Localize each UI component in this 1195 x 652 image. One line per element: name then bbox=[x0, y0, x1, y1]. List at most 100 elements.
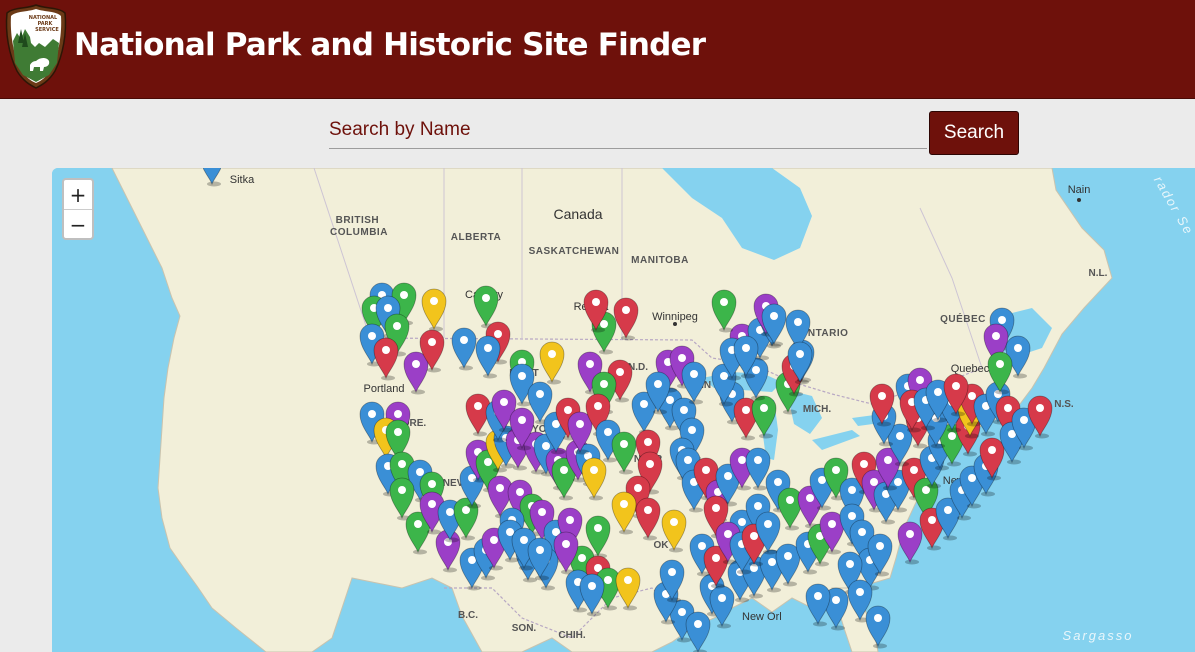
marker-dot bbox=[916, 376, 924, 384]
marker-shadow bbox=[727, 375, 741, 381]
marker-dot bbox=[720, 298, 728, 306]
marker-dot bbox=[796, 350, 804, 358]
marker-shadow bbox=[717, 623, 731, 629]
marker-dot bbox=[484, 344, 492, 352]
marker-shadow bbox=[615, 397, 629, 403]
marker-dot bbox=[594, 402, 602, 410]
search-input[interactable] bbox=[329, 112, 927, 149]
marker-dot bbox=[484, 458, 492, 466]
marker-shadow bbox=[467, 585, 481, 591]
label-winnipeg: Winnipeg bbox=[652, 311, 698, 323]
logo-text-service: SERVICE bbox=[35, 27, 59, 33]
marker-dot bbox=[644, 438, 652, 446]
marker-dot bbox=[1004, 404, 1012, 412]
marker-dot bbox=[910, 466, 918, 474]
marker-dot bbox=[394, 410, 402, 418]
label-quebec-province: QUÉBEC bbox=[940, 312, 986, 325]
marker-dot bbox=[578, 554, 586, 562]
label-ns: N.S. bbox=[1054, 399, 1074, 410]
marker-shadow bbox=[783, 409, 797, 415]
marker-shadow bbox=[905, 559, 919, 565]
marker-dot bbox=[494, 330, 502, 338]
marker-dot bbox=[460, 336, 468, 344]
marker-dot bbox=[786, 496, 794, 504]
label-son: SON. bbox=[512, 623, 537, 634]
marker-shadow bbox=[535, 575, 549, 581]
marker-shadow bbox=[719, 327, 733, 333]
marker-dot bbox=[768, 558, 776, 566]
marker-shadow bbox=[711, 583, 725, 589]
marker-shadow bbox=[951, 411, 965, 417]
marker-shadow bbox=[749, 561, 763, 567]
marker-dot bbox=[668, 568, 676, 576]
marker-dot bbox=[428, 480, 436, 488]
marker-dot bbox=[848, 486, 856, 494]
marker-dot bbox=[616, 368, 624, 376]
marker-dot bbox=[398, 460, 406, 468]
marker-dot bbox=[742, 406, 750, 414]
marker-dot bbox=[874, 614, 882, 622]
marker-dot bbox=[684, 456, 692, 464]
zoom-out-button[interactable]: − bbox=[64, 209, 92, 239]
marker-shadow bbox=[505, 557, 519, 563]
marker-shadow bbox=[573, 607, 587, 613]
marker-shadow bbox=[981, 491, 995, 497]
marker-shadow bbox=[547, 379, 561, 385]
marker-shadow bbox=[737, 485, 751, 491]
label-quebec-city: Quebec bbox=[951, 363, 990, 375]
nps-arrowhead-logo[interactable]: NATIONAL PARK SERVICE bbox=[3, 3, 69, 89]
marker-dot bbox=[718, 594, 726, 602]
marker-shadow bbox=[817, 505, 831, 511]
marker-shadow bbox=[513, 465, 527, 471]
marker-dot bbox=[548, 350, 556, 358]
marker-shadow bbox=[763, 549, 777, 555]
marker-shadow bbox=[933, 417, 947, 423]
marker-shadow bbox=[1035, 433, 1049, 439]
marker-shadow bbox=[767, 587, 781, 593]
marker-shadow bbox=[735, 597, 749, 603]
marker-dot bbox=[754, 502, 762, 510]
marker-dot bbox=[562, 540, 570, 548]
label-alberta: ALBERTA bbox=[451, 232, 502, 243]
marker-shadow bbox=[755, 355, 769, 361]
marker-dot bbox=[870, 478, 878, 486]
label-nl: N.L. bbox=[1089, 268, 1108, 279]
label-british-columbia-line1: BRITISH bbox=[336, 215, 380, 226]
marker-dot bbox=[832, 596, 840, 604]
map[interactable]: Canada BRITISH COLUMBIA ALBERTA SASKATCH… bbox=[52, 168, 1195, 652]
marker-dot bbox=[794, 318, 802, 326]
marker-shadow bbox=[559, 495, 573, 501]
marker-shadow bbox=[445, 537, 459, 543]
marker-shadow bbox=[1019, 445, 1033, 451]
map-canvas[interactable]: Canada BRITISH COLUMBIA ALBERTA SASKATCH… bbox=[52, 168, 1195, 652]
marker-dot bbox=[536, 546, 544, 554]
marker-dot bbox=[928, 516, 936, 524]
marker-dot bbox=[666, 396, 674, 404]
search-button[interactable]: Search bbox=[929, 111, 1019, 155]
marker-dot bbox=[806, 494, 814, 502]
marker-shadow bbox=[759, 433, 773, 439]
marker-dot bbox=[640, 400, 648, 408]
label-canada: Canada bbox=[553, 206, 602, 222]
marker-dot bbox=[760, 404, 768, 412]
marker-shadow bbox=[749, 593, 763, 599]
marker-shadow bbox=[459, 365, 473, 371]
marker-shadow bbox=[995, 389, 1009, 395]
marker-dot bbox=[948, 432, 956, 440]
zoom-in-button[interactable]: + bbox=[64, 180, 92, 209]
marker-dot bbox=[414, 520, 422, 528]
marker-dot bbox=[520, 536, 528, 544]
marker-dot bbox=[412, 360, 420, 368]
marker-dot bbox=[858, 528, 866, 536]
marker-dot bbox=[934, 388, 942, 396]
marker-shadow bbox=[893, 507, 907, 513]
marker-dot bbox=[428, 338, 436, 346]
marker-dot bbox=[1020, 416, 1028, 424]
city-dot-nain bbox=[1077, 198, 1081, 202]
marker-dot bbox=[860, 460, 868, 468]
marker-dot bbox=[906, 530, 914, 538]
marker-shadow bbox=[667, 597, 681, 603]
label-nain: Nain bbox=[1068, 184, 1091, 196]
marker-dot bbox=[474, 402, 482, 410]
page-title: National Park and Historic Site Finder bbox=[74, 27, 706, 63]
